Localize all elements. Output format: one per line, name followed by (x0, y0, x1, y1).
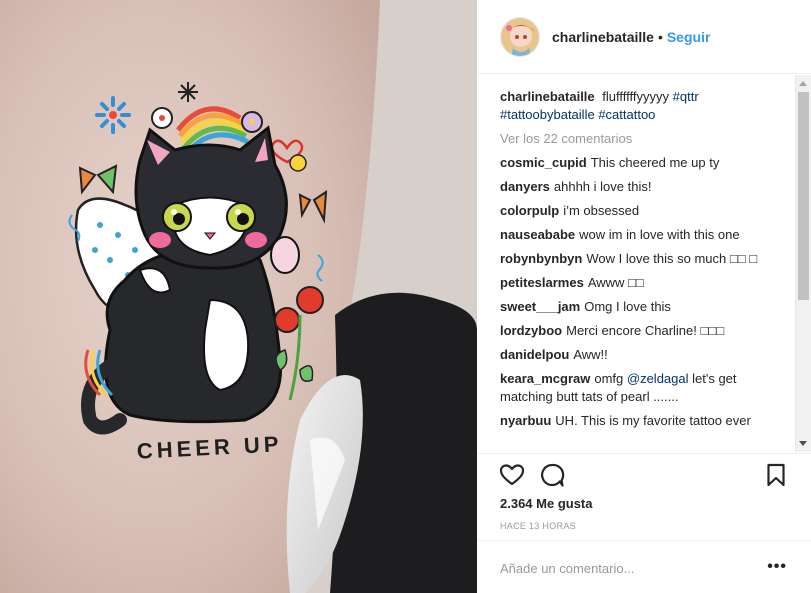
comment-item: nauseababe wow im in love with this one (500, 226, 787, 244)
comment-item: nyarbuu UH. This is my favorite tattoo ev… (500, 412, 787, 430)
comment-username[interactable]: cosmic_cupid (500, 155, 587, 170)
comment-username[interactable]: danidelpou (500, 347, 569, 362)
post-details-panel: charlinebataille • Seguir charlinebatail… (477, 0, 811, 593)
comments-list[interactable]: charlinebataille fluffffffyyyyy #qttr #t… (477, 75, 811, 452)
comment-username[interactable]: danyers (500, 179, 550, 194)
comment-button[interactable] (539, 462, 565, 488)
comment-item: petiteslarmes Awww □□ (500, 274, 787, 292)
post-header: charlinebataille • Seguir (477, 0, 811, 74)
avatar[interactable] (500, 16, 540, 57)
tattoo-photo-illustration: CHEER UP (0, 0, 477, 593)
comment-username[interactable]: petiteslarmes (500, 275, 584, 290)
comment-item: robynbynbyn Wow I love this so much □□ □ (500, 250, 787, 268)
likes-count[interactable]: 2.364 Me gusta (500, 496, 593, 511)
comment-text: Omg I love this (584, 299, 671, 314)
add-comment-input[interactable] (500, 558, 750, 578)
comment-text: ahhhh i love this! (553, 179, 652, 194)
scroll-up-arrow-icon[interactable] (799, 81, 807, 86)
comment-text: Awww □□ (587, 275, 644, 290)
avatar-image (501, 17, 539, 56)
comment-username[interactable]: robynbynbyn (500, 251, 582, 266)
comment-text: Merci encore Charline! □□□ (566, 323, 725, 338)
scroll-down-arrow-icon[interactable] (799, 441, 807, 446)
post-caption: charlinebataille fluffffffyyyyy #qttr #t… (500, 88, 787, 124)
separator-dot: • (657, 28, 663, 45)
heart-icon (499, 464, 525, 486)
caption-username[interactable]: charlinebataille (500, 89, 595, 104)
comment-text: wow im in love with this one (579, 227, 740, 242)
more-options-button[interactable]: ••• (767, 559, 787, 575)
comments-scrollbar[interactable] (795, 75, 811, 452)
post-timestamp: HACE 13 HORAS (500, 521, 576, 531)
scrollbar-thumb[interactable] (798, 92, 809, 300)
comment-username[interactable]: lordzyboo (500, 323, 562, 338)
view-all-comments-link[interactable]: Ver los 22 comentarios (500, 131, 787, 146)
post-actions-bar (477, 453, 811, 495)
hashtag-link[interactable]: #cattattoo (598, 107, 655, 122)
post-photo[interactable]: CHEER UP (0, 0, 477, 593)
like-button[interactable] (499, 462, 525, 488)
follow-button[interactable]: Seguir (667, 29, 711, 45)
comment-text: omfg (594, 371, 624, 386)
comment-item: sweet___jam Omg I love this (500, 298, 787, 316)
save-button[interactable] (763, 462, 789, 488)
comment-item: danidelpou Aww!! (500, 346, 787, 364)
comment-text: Aww!! (573, 347, 608, 362)
comment-text: This cheered me up ty (590, 155, 720, 170)
hashtag-link[interactable]: #tattoobybataille (500, 107, 595, 122)
comment-username[interactable]: keara_mcgraw (500, 371, 590, 386)
comment-text: UH. This is my favorite tattoo ever (555, 413, 751, 428)
comment-item: lordzyboo Merci encore Charline! □□□ (500, 322, 787, 340)
add-comment-section: ••• (477, 540, 811, 593)
speech-bubble-icon (541, 463, 565, 487)
hashtag-link[interactable]: #qttr (673, 89, 699, 104)
header-username[interactable]: charlinebataille (552, 29, 654, 45)
mention-link[interactable]: @zeldagal (627, 371, 689, 386)
comment-text: Wow I love this so much □□ □ (586, 251, 758, 266)
comment-item: danyers ahhhh i love this! (500, 178, 787, 196)
comment-username[interactable]: nauseababe (500, 227, 575, 242)
comment-text: i’m obsessed (563, 203, 640, 218)
comment-username[interactable]: sweet___jam (500, 299, 580, 314)
comment-item: cosmic_cupid This cheered me up ty (500, 154, 787, 172)
comment-username[interactable]: nyarbuu (500, 413, 551, 428)
comment-username[interactable]: colorpulp (500, 203, 559, 218)
bookmark-icon (767, 463, 785, 487)
comment-item: colorpulp i’m obsessed (500, 202, 787, 220)
comment-item: keara_mcgraw omfg @zeldagal let's get mat… (500, 370, 787, 406)
caption-text: fluffffffyyyyy (602, 89, 670, 104)
